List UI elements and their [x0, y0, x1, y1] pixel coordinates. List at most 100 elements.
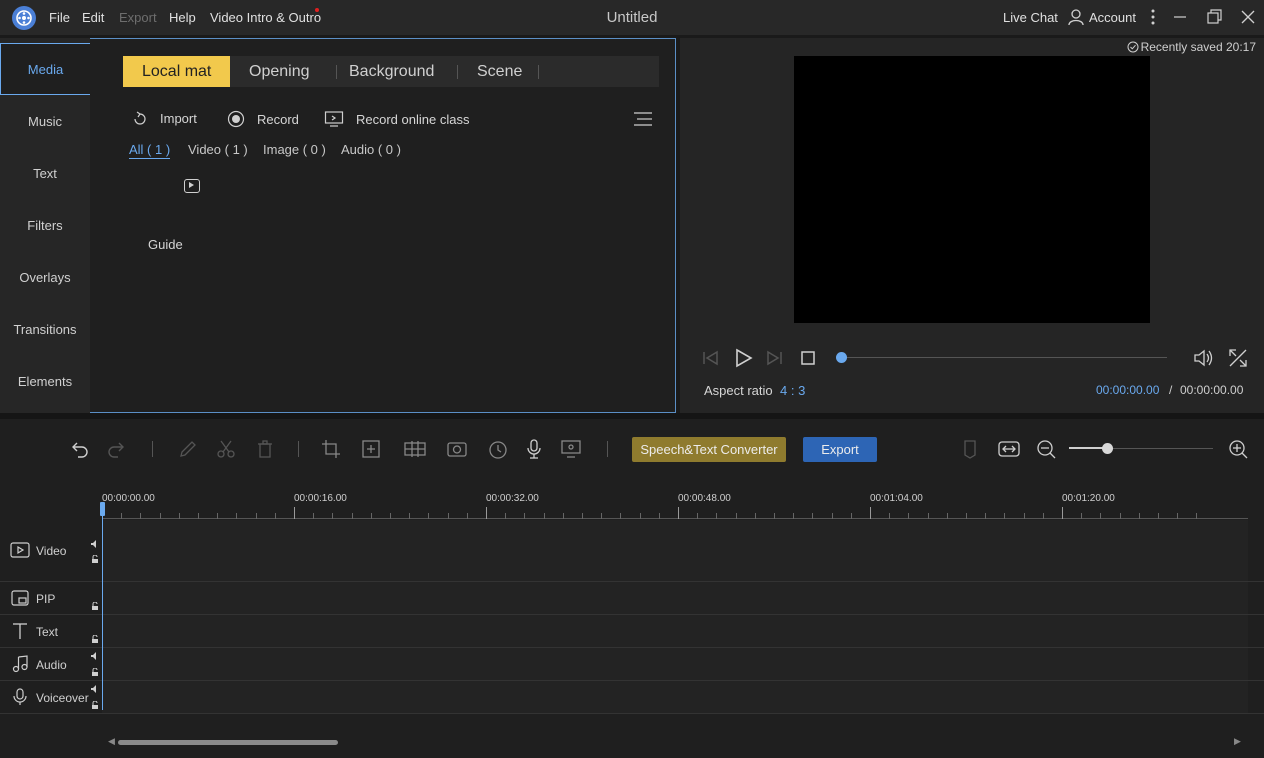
- account-icon[interactable]: [1067, 8, 1085, 26]
- sidebar-item-transitions[interactable]: Transitions: [0, 303, 90, 355]
- speaker-icon[interactable]: [91, 685, 99, 693]
- track-lane[interactable]: [102, 582, 1248, 614]
- ruler-tick: [831, 513, 833, 519]
- trash-icon[interactable]: [255, 439, 275, 459]
- edit-pencil-icon[interactable]: [178, 439, 198, 459]
- tab-opening[interactable]: Opening: [230, 56, 329, 87]
- guide-label[interactable]: Guide: [148, 237, 183, 252]
- time-separator: /: [1169, 383, 1173, 397]
- scroll-right-arrow[interactable]: ▶: [1234, 736, 1241, 747]
- scroll-left-arrow[interactable]: ◀: [108, 736, 115, 747]
- filter-image[interactable]: Image ( 0 ): [263, 142, 326, 157]
- mosaic-icon[interactable]: [403, 439, 427, 459]
- guide-video-icon[interactable]: [184, 179, 200, 193]
- aspect-ratio-value[interactable]: 4 : 3: [780, 383, 805, 398]
- sidebar-item-music[interactable]: Music: [0, 95, 90, 147]
- close-icon[interactable]: [1239, 8, 1257, 26]
- record-button[interactable]: Record: [227, 110, 299, 128]
- title-bar: File Edit Export Help Video Intro & Outr…: [0, 0, 1264, 35]
- play-icon[interactable]: [733, 348, 753, 368]
- export-button[interactable]: Export: [803, 437, 877, 462]
- track-lane[interactable]: [102, 520, 1248, 581]
- menu-export[interactable]: Export: [119, 10, 157, 25]
- ruler-tick: [1023, 513, 1025, 519]
- preview-screen[interactable]: [794, 56, 1150, 323]
- next-frame-icon[interactable]: [765, 348, 783, 368]
- sidebar-item-filters[interactable]: Filters: [0, 199, 90, 251]
- import-button[interactable]: Import: [132, 110, 197, 126]
- tab-scene[interactable]: Scene: [458, 56, 541, 87]
- sidebar-item-overlays[interactable]: Overlays: [0, 251, 90, 303]
- freeze-frame-icon[interactable]: [447, 439, 467, 459]
- fit-timeline-icon[interactable]: [998, 439, 1020, 459]
- zoom-out-icon[interactable]: [1036, 439, 1056, 459]
- menu-help[interactable]: Help: [169, 10, 196, 25]
- playhead[interactable]: [102, 502, 103, 710]
- speaker-icon[interactable]: [91, 540, 99, 548]
- zoom-slider-handle[interactable]: [1102, 443, 1113, 454]
- ruler-tick: [658, 513, 660, 519]
- aspect-ratio-label: Aspect ratio: [704, 383, 773, 398]
- live-chat-link[interactable]: Live Chat: [1003, 10, 1058, 25]
- redo-icon[interactable]: [107, 439, 127, 459]
- speech-text-converter-button[interactable]: Speech&Text Converter: [632, 437, 786, 462]
- ruler-label: 00:01:20.00: [1062, 493, 1115, 504]
- tab-background[interactable]: Background: [330, 56, 453, 87]
- track-video: Video: [0, 520, 1264, 582]
- zoom-frame-icon[interactable]: [361, 439, 381, 459]
- more-vertical-icon[interactable]: [1144, 8, 1162, 26]
- lock-icon[interactable]: [91, 635, 99, 643]
- filter-video[interactable]: Video ( 1 ): [188, 142, 248, 157]
- track-text: Text: [0, 615, 1264, 648]
- filter-audio[interactable]: Audio ( 0 ): [341, 142, 401, 157]
- ruler-tick: [562, 513, 564, 519]
- menu-edit[interactable]: Edit: [82, 10, 104, 25]
- lock-icon[interactable]: [91, 668, 99, 676]
- account-link[interactable]: Account: [1089, 10, 1136, 25]
- ruler-tick: [601, 513, 603, 519]
- timeline-ruler[interactable]: 00:00:00.00 00:00:16.00 00:00:32.00 00:0…: [102, 479, 1248, 520]
- lock-icon[interactable]: [91, 701, 99, 709]
- crop-icon[interactable]: [321, 439, 341, 459]
- filter-all[interactable]: All ( 1 ): [129, 142, 171, 159]
- ruler-tick: [812, 513, 814, 519]
- playback-progress-handle[interactable]: [836, 352, 847, 363]
- lock-icon[interactable]: [91, 602, 99, 610]
- track-lane[interactable]: [102, 615, 1248, 647]
- ruler-tick: [236, 513, 238, 519]
- list-view-icon[interactable]: [634, 111, 652, 127]
- ruler-tick: [1100, 513, 1102, 519]
- undo-icon[interactable]: [69, 439, 89, 459]
- zoom-in-icon[interactable]: [1228, 439, 1248, 459]
- sidebar-item-text[interactable]: Text: [0, 147, 90, 199]
- track-lane[interactable]: [102, 648, 1248, 680]
- menu-file[interactable]: File: [49, 10, 70, 25]
- track-name: Text: [36, 625, 59, 639]
- fullscreen-icon[interactable]: [1228, 348, 1248, 368]
- previous-frame-icon[interactable]: [702, 348, 720, 368]
- track-name: PIP: [36, 592, 56, 606]
- marker-icon[interactable]: [960, 439, 980, 459]
- lock-icon[interactable]: [91, 555, 99, 563]
- volume-icon[interactable]: [1193, 348, 1215, 368]
- speaker-icon[interactable]: [91, 652, 99, 660]
- tab-local-mat[interactable]: Local mat: [123, 56, 231, 87]
- restore-icon[interactable]: [1205, 8, 1223, 26]
- minimize-icon[interactable]: [1171, 8, 1189, 26]
- sidebar-item-media[interactable]: Media: [0, 43, 90, 95]
- stop-icon[interactable]: [800, 350, 816, 366]
- microphone-icon[interactable]: [524, 439, 544, 459]
- ruler-tick: [217, 513, 219, 519]
- ruler-label: 00:01:04.00: [870, 493, 923, 504]
- duration-clock-icon[interactable]: [488, 439, 508, 459]
- scissors-icon[interactable]: [216, 439, 236, 459]
- screen-capture-icon[interactable]: [561, 439, 581, 459]
- menu-video-intro-outro[interactable]: Video Intro & Outro: [210, 10, 321, 25]
- playback-progress-track[interactable]: [842, 357, 1167, 358]
- sidebar-item-elements[interactable]: Elements: [0, 355, 90, 407]
- ruler-tick: [1004, 513, 1006, 519]
- track-lane[interactable]: [102, 681, 1248, 713]
- ruler-tick: [870, 507, 871, 519]
- record-online-class-button[interactable]: Record online class: [324, 110, 469, 128]
- timeline-scrollbar-thumb[interactable]: [118, 740, 338, 745]
